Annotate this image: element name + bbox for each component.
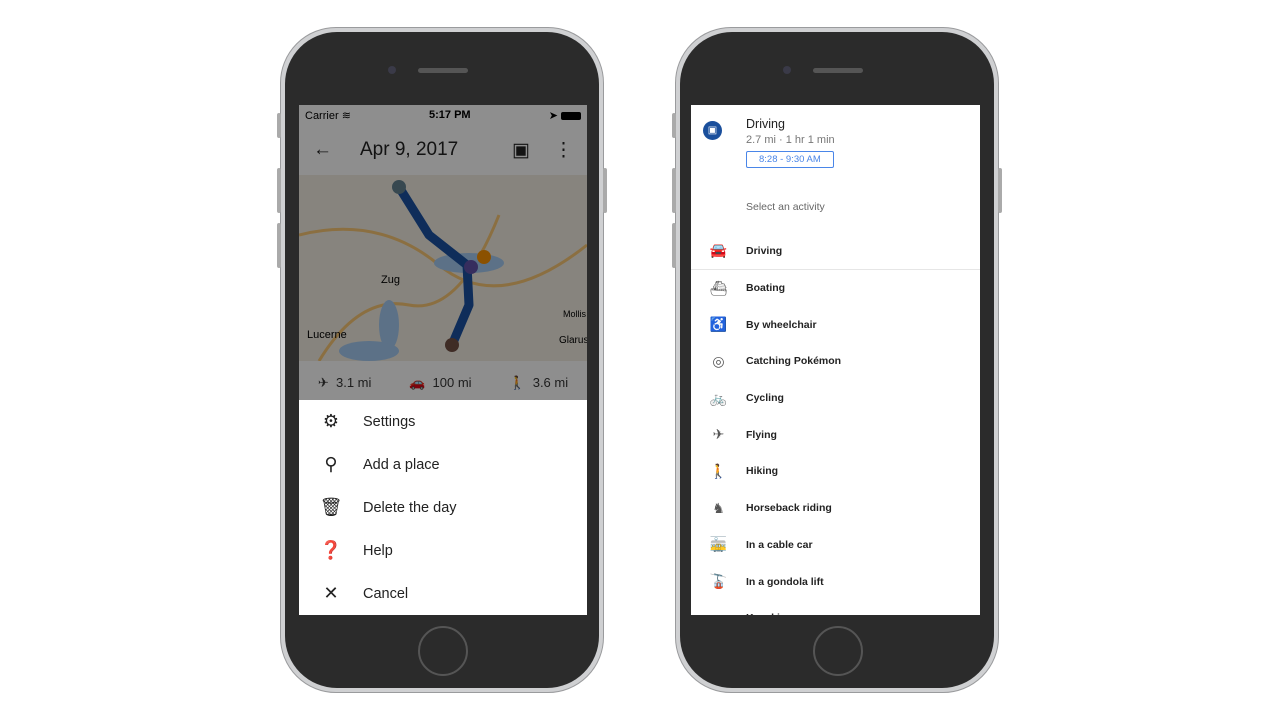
activity-label: By wheelchair xyxy=(746,318,817,331)
activity-item[interactable]: 🚋 In a cable car xyxy=(691,527,980,564)
bike-icon: 🚲 xyxy=(709,389,728,406)
gondola-icon: 🚡 xyxy=(709,573,728,590)
horse-icon: ♞ xyxy=(712,499,725,516)
menu-item-settings[interactable]: ⚙ Settings xyxy=(299,400,587,443)
menu-item-cancel[interactable]: ✕ Cancel xyxy=(299,572,587,615)
menu-item-delete-day[interactable]: 🗑 Delete the day xyxy=(299,486,587,529)
activity-label: In a cable car xyxy=(746,538,813,551)
action-sheet: ⚙ Settings ⚲ Add a place 🗑 Delete the day ❓… xyxy=(299,400,587,615)
activity-label: Hiking xyxy=(746,465,779,478)
cable-car-icon: 🚋 xyxy=(709,536,728,553)
wheelchair-icon: ♿ xyxy=(709,316,728,333)
activity-item[interactable]: ✈ Flying xyxy=(691,416,980,453)
right-screen: ▣ Driving 2.7 mi · 1 hr 1 min 8:28 - 9:3… xyxy=(691,105,980,615)
home-button[interactable] xyxy=(813,626,863,676)
time-range-button[interactable]: 8:28 - 9:30 AM xyxy=(746,151,834,168)
activity-item[interactable]: 🛶Kayaking xyxy=(691,600,980,615)
activity-label: Catching Pokémon xyxy=(746,355,842,368)
activity-label: Kayaking xyxy=(746,612,793,615)
activity-label: In a gondola lift xyxy=(746,575,824,588)
hiking-icon: 🚶 xyxy=(709,462,728,479)
help-icon: ❓ xyxy=(319,540,343,560)
activity-item[interactable]: 🚶 Hiking xyxy=(691,453,980,490)
kayak-icon: 🛶 xyxy=(691,610,746,615)
menu-item-add-place[interactable]: ⚲ Add a place xyxy=(299,443,587,486)
activity-item[interactable]: 🚡 In a gondola lift xyxy=(691,563,980,600)
menu-item-help[interactable]: ❓ Help xyxy=(299,529,587,572)
activity-label: Cycling xyxy=(746,392,784,405)
left-screen: Carrier ≋ 5:17 PM ➤ ← Apr 9, 2017 ▣ ⋮ Zu… xyxy=(299,105,587,615)
activity-label: Driving xyxy=(746,244,783,257)
car-icon: 🚘 xyxy=(709,242,728,259)
pokeball-icon: ◎ xyxy=(712,352,725,369)
left-phone: Carrier ≋ 5:17 PM ➤ ← Apr 9, 2017 ▣ ⋮ Zu… xyxy=(277,27,607,693)
segment-activity: Driving xyxy=(746,117,785,131)
activity-label: Horseback riding xyxy=(746,502,832,515)
gear-icon: ⚙ xyxy=(322,411,340,431)
add-place-icon: ⚲ xyxy=(324,454,338,474)
activity-item[interactable]: 🚲 Cycling xyxy=(691,380,980,417)
activity-label: Boating xyxy=(746,282,786,295)
activity-item[interactable]: ◎ Catching Pokémon xyxy=(691,343,980,380)
trash-icon: 🗑 xyxy=(319,497,343,517)
activity-item[interactable]: ♿ By wheelchair xyxy=(691,306,980,343)
boat-icon: ⛴ xyxy=(709,279,728,296)
scrim[interactable] xyxy=(299,105,587,400)
segment-header: ▣ Driving 2.7 mi · 1 hr 1 min 8:28 - 9:3… xyxy=(691,105,980,195)
right-phone: ▣ Driving 2.7 mi · 1 hr 1 min 8:28 - 9:3… xyxy=(672,27,1002,693)
activity-label: Flying xyxy=(746,428,777,441)
segment-details: 2.7 mi · 1 hr 1 min xyxy=(746,134,835,146)
car-icon: ▣ xyxy=(703,121,722,140)
home-button[interactable] xyxy=(418,626,468,676)
close-icon: ✕ xyxy=(323,583,339,603)
activity-list: 🚘 Driving ⛴ Boating ♿ By wheelchair ◎ Catching … xyxy=(691,233,980,615)
plane-icon: ✈ xyxy=(712,426,725,443)
activity-item[interactable]: ⛴ Boating xyxy=(691,270,980,307)
activity-item[interactable]: 🚘 Driving xyxy=(691,233,980,270)
activity-item[interactable]: ♞ Horseback riding xyxy=(691,490,980,527)
select-activity-label: Select an activity xyxy=(746,201,825,213)
